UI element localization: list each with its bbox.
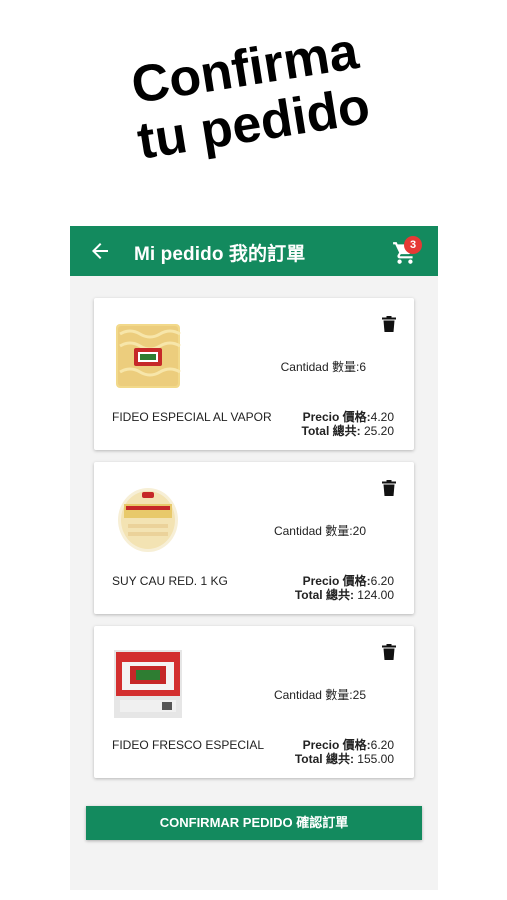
product-image (118, 488, 178, 552)
app-screen: Mi pedido 我的訂單 3 Cantidad 數量:6 FIDEO ESP… (70, 226, 438, 890)
order-item-card: Cantidad 數量:6 FIDEO ESPECIAL AL VAPOR Pr… (94, 298, 414, 450)
price-value: 6.20 (370, 574, 394, 588)
confirm-order-button[interactable]: CONFIRMAR PEDIDO 確認訂單 (86, 806, 422, 840)
cart-count-badge: 3 (404, 236, 422, 254)
price-label: Precio 價格: (302, 410, 371, 424)
item-quantity: Cantidad 數量:6 (280, 360, 366, 374)
total-value: 124.00 (357, 588, 394, 602)
total-value: 155.00 (357, 752, 394, 766)
price-value: 6.20 (370, 738, 394, 752)
price-value: 4.20 (370, 410, 394, 424)
total-label: Total 總共: (294, 752, 354, 766)
item-price-block: Precio 價格:4.20 Total 總共: 25.20 (302, 410, 394, 438)
item-price-block: Precio 價格:6.20 Total 總共: 155.00 (295, 738, 394, 766)
total-label: Total 總共: (294, 588, 354, 602)
product-image (114, 650, 182, 718)
item-name: FIDEO ESPECIAL AL VAPOR (112, 410, 272, 424)
item-quantity: Cantidad 數量:20 (273, 524, 366, 538)
item-name: SUY CAU RED. 1 KG (112, 574, 228, 588)
product-image (116, 324, 181, 388)
order-item-card: Cantidad 數量:25 FIDEO FRESCO ESPECIAL Pre… (94, 626, 414, 778)
item-price-block: Precio 價格:6.20 Total 總共: 124.00 (295, 574, 394, 602)
order-item-card: Cantidad 數量:20 SUY CAU RED. 1 KG Precio … (94, 462, 414, 614)
delete-icon[interactable] (382, 316, 396, 332)
item-quantity: Cantidad 數量:25 (273, 688, 366, 702)
delete-icon[interactable] (382, 480, 396, 496)
app-bar: Mi pedido 我的訂單 3 (70, 226, 438, 276)
promo-heading: Confirma tu pedido (97, 18, 408, 221)
price-label: Precio 價格: (302, 738, 371, 752)
arrow-left-icon[interactable] (88, 238, 112, 264)
page-title: Mi pedido 我的訂單 (134, 244, 306, 265)
price-label: Precio 價格: (302, 574, 371, 588)
total-value: 25.20 (363, 424, 394, 438)
delete-icon[interactable] (382, 644, 396, 660)
item-name: FIDEO FRESCO ESPECIAL (112, 738, 265, 752)
cart-button[interactable]: 3 (392, 236, 424, 266)
total-label: Total 總共: (301, 424, 361, 438)
